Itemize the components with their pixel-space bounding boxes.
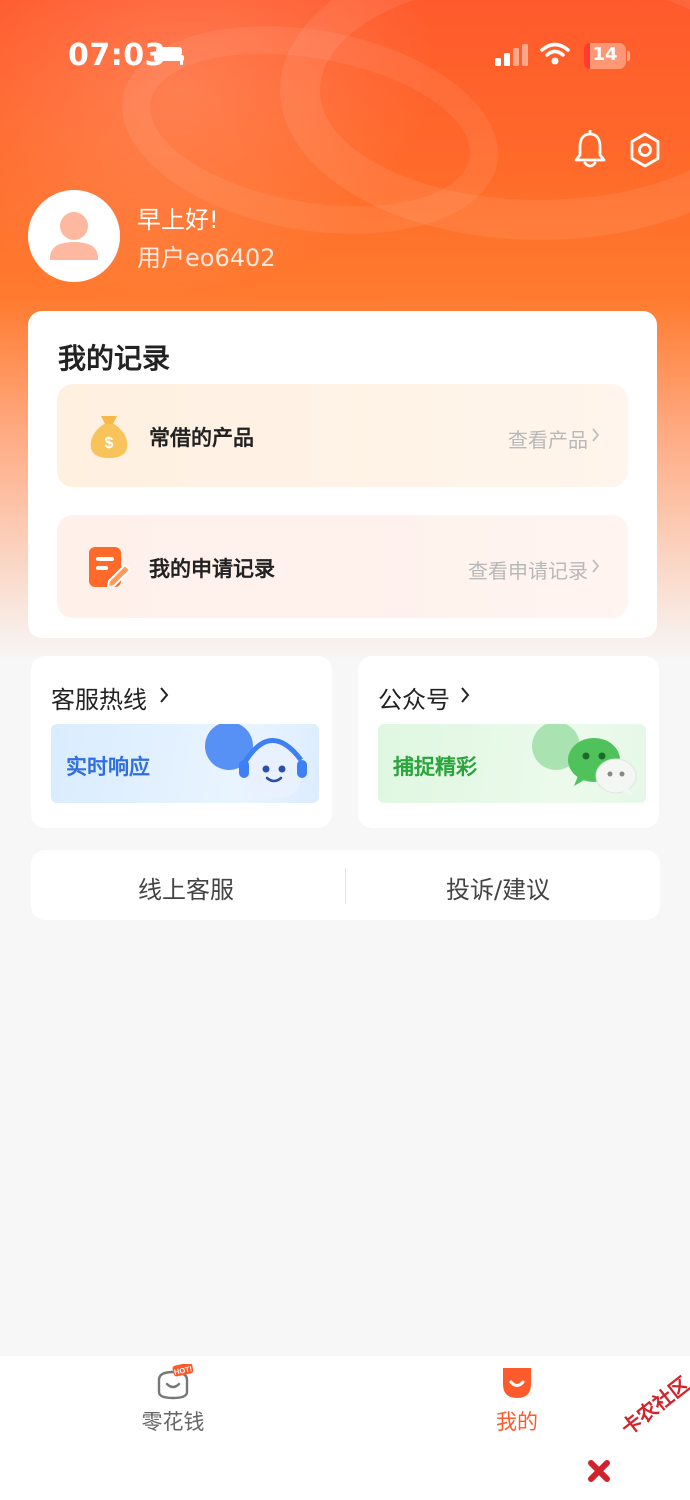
chevron-right-icon bbox=[160, 687, 169, 703]
chevron-right-icon bbox=[592, 428, 600, 442]
my-records-card: 我的记录 $ 常借的产品 查看产品 我的申请记录 查看申请记录 bbox=[28, 311, 657, 638]
support-actions-card: 线上客服 投诉/建议 bbox=[31, 850, 660, 920]
chevron-right-icon bbox=[592, 559, 600, 573]
svg-text:$: $ bbox=[105, 435, 114, 452]
chevron-right-icon bbox=[461, 687, 470, 703]
status-time: 07:03 bbox=[68, 38, 166, 73]
official-account-title: 公众号 bbox=[378, 686, 450, 714]
frequent-products-row[interactable]: $ 常借的产品 查看产品 bbox=[57, 384, 628, 487]
application-records-row[interactable]: 我的申请记录 查看申请记录 bbox=[57, 515, 628, 618]
settings-gear-icon[interactable] bbox=[627, 131, 663, 169]
realtime-response-banner[interactable]: 实时响应 bbox=[51, 724, 319, 803]
pocket-money-hot-icon: HOT! bbox=[157, 1364, 193, 1400]
greeting-text: 早上好! bbox=[137, 206, 219, 234]
money-bag-icon: $ bbox=[90, 416, 128, 458]
complaint-suggestion-button[interactable]: 投诉/建议 bbox=[446, 870, 550, 905]
records-title: 我的记录 bbox=[58, 342, 171, 375]
wifi-icon bbox=[540, 42, 570, 65]
tab-pocket-money[interactable]: HOT! 零花钱 bbox=[103, 1364, 243, 1436]
capture-highlights-text: 捕捉精彩 bbox=[393, 755, 477, 779]
status-bar: 07:03 14 bbox=[0, 0, 690, 110]
mine-smile-icon bbox=[503, 1368, 531, 1398]
battery-indicator: 14 bbox=[584, 43, 630, 69]
cellular-signal-icon bbox=[495, 44, 528, 66]
view-products-link[interactable]: 查看产品 bbox=[508, 424, 588, 453]
wechat-icon bbox=[532, 724, 637, 796]
divider bbox=[345, 868, 346, 904]
frequent-products-label: 常借的产品 bbox=[149, 426, 254, 450]
username-text: 用户eo6402 bbox=[137, 244, 276, 272]
capture-highlights-banner[interactable]: 捕捉精彩 bbox=[378, 724, 646, 803]
tab-pocket-money-label: 零花钱 bbox=[141, 1410, 205, 1434]
tab-mine[interactable]: 我的 bbox=[447, 1364, 587, 1436]
online-service-button[interactable]: 线上客服 bbox=[138, 870, 234, 905]
sleep-bed-icon bbox=[154, 47, 184, 65]
avatar[interactable] bbox=[28, 190, 120, 282]
tab-mine-label: 我的 bbox=[496, 1410, 538, 1434]
notification-bell-icon[interactable] bbox=[572, 130, 608, 170]
application-records-label: 我的申请记录 bbox=[149, 557, 275, 581]
application-edit-icon bbox=[89, 547, 131, 589]
official-account-card[interactable]: 公众号 捕捉精彩 bbox=[358, 656, 659, 828]
battery-percent: 14 bbox=[592, 44, 618, 65]
battery-nub bbox=[627, 51, 630, 61]
view-application-records-link[interactable]: 查看申请记录 bbox=[468, 555, 588, 584]
user-avatar-icon bbox=[28, 190, 120, 282]
headset-robot-icon bbox=[205, 724, 307, 798]
customer-hotline-card[interactable]: 客服热线 实时响应 bbox=[31, 656, 332, 828]
customer-hotline-title: 客服热线 bbox=[51, 686, 147, 714]
realtime-response-text: 实时响应 bbox=[66, 755, 150, 779]
